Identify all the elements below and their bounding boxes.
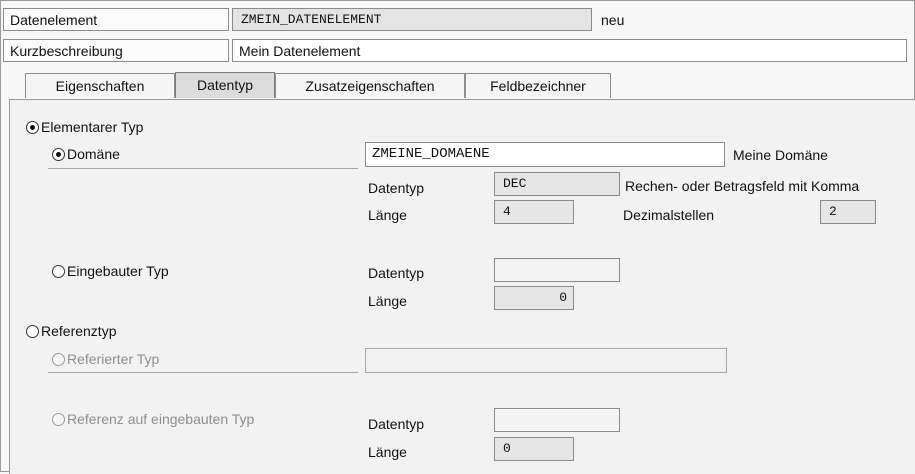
radio-referenztyp[interactable]	[26, 325, 39, 338]
datenelement-label: Datenelement	[3, 8, 229, 31]
ref-laenge-field[interactable]: 0	[494, 437, 574, 461]
radio-domaene[interactable]	[52, 148, 65, 161]
datentyp-panel: Elementarer Typ Domäne ZMEINE_DOMAENE Me…	[9, 99, 915, 474]
radio-referenz-eingebaut[interactable]	[52, 413, 65, 426]
domaene-input[interactable]: ZMEINE_DOMAENE	[365, 142, 725, 167]
radio-eingebauter-typ[interactable]	[52, 265, 65, 278]
referierter-typ-label: Referierter Typ	[67, 351, 160, 367]
tab-feldbezeichner[interactable]: Feldbezeichner	[465, 73, 611, 98]
kurzbeschreibung-label: Kurzbeschreibung	[3, 39, 229, 62]
datenelement-field[interactable]: ZMEIN_DATENELEMENT	[232, 8, 592, 31]
tab-zusatzeigenschaften[interactable]: Zusatzeigenschaften	[275, 73, 465, 98]
kurzbeschreibung-field[interactable]: Mein Datenelement	[232, 39, 907, 62]
dom-laenge-label: Länge	[368, 207, 407, 223]
eb-laenge-field[interactable]: 0	[494, 286, 574, 310]
eb-datentyp-label: Datentyp	[368, 265, 425, 281]
dom-laenge-field[interactable]: 4	[494, 200, 574, 224]
domaene-description: Meine Domäne	[733, 147, 828, 163]
ref-laenge-label: Länge	[368, 444, 407, 460]
referenz-eingebaut-label: Referenz auf eingebauten Typ	[67, 411, 255, 427]
status-text: neu	[601, 12, 625, 28]
eingebauter-typ-label: Eingebauter Typ	[67, 263, 169, 279]
elementarer-typ-label: Elementarer Typ	[41, 119, 144, 135]
tab-eigenschaften[interactable]: Eigenschaften	[25, 73, 175, 98]
radio-referierter-typ[interactable]	[52, 353, 65, 366]
ref-datentyp-field[interactable]	[494, 408, 620, 432]
eb-laenge-label: Länge	[368, 293, 407, 309]
referierter-typ-underline	[48, 372, 358, 373]
tabstrip: Eigenschaften Datentyp Zusatzeigenschaft…	[1, 69, 915, 100]
dom-datentyp-label: Datentyp	[368, 180, 425, 196]
dezimalstellen-label: Dezimalstellen	[623, 207, 715, 223]
domaene-underline	[48, 168, 358, 169]
data-element-screen: Datenelement ZMEIN_DATENELEMENT neu Kurz…	[0, 0, 915, 474]
referenztyp-label: Referenztyp	[41, 323, 117, 339]
dezimalstellen-field[interactable]: 2	[820, 200, 876, 224]
eb-datentyp-field[interactable]	[494, 258, 620, 282]
referierter-typ-input[interactable]	[365, 348, 727, 373]
dom-datentyp-field[interactable]: DEC	[494, 172, 620, 196]
dom-datentyp-description: Rechen- oder Betragsfeld mit Komma	[625, 178, 860, 194]
domaene-label: Domäne	[67, 146, 120, 162]
radio-elementarer-typ[interactable]	[26, 121, 39, 134]
tab-datentyp[interactable]: Datentyp	[175, 72, 275, 98]
ref-datentyp-label: Datentyp	[368, 416, 425, 432]
